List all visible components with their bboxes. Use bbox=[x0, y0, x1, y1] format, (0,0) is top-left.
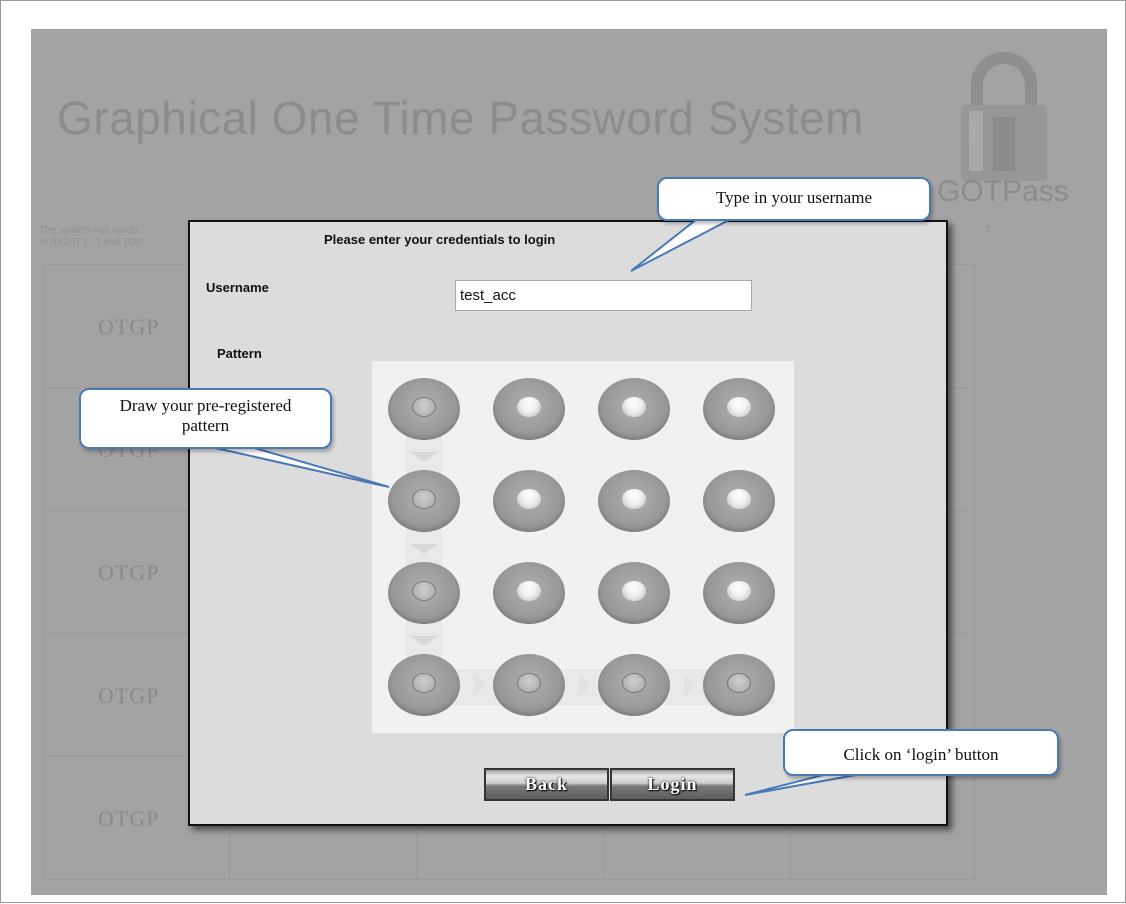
pattern-dot[interactable] bbox=[493, 470, 565, 532]
modal-heading: Please enter your credentials to login bbox=[324, 232, 556, 247]
otgp-label: OTGP bbox=[98, 314, 160, 339]
pattern-dot-center bbox=[622, 397, 646, 417]
username-input[interactable] bbox=[455, 280, 752, 311]
pattern-dot-center bbox=[727, 673, 751, 693]
callout-draw-pattern: Draw your pre-registered pattern bbox=[79, 388, 332, 449]
pattern-dot[interactable] bbox=[388, 562, 460, 624]
callout-draw-line: Draw your pre-registered bbox=[119, 396, 292, 415]
otgp-label: OTGP bbox=[98, 683, 160, 708]
pattern-dot-center bbox=[622, 489, 646, 509]
pattern-arrow-down bbox=[410, 544, 438, 554]
screenshot-frame: Graphical One Time Password System VATE … bbox=[0, 0, 1126, 903]
pattern-dot[interactable] bbox=[703, 470, 775, 532]
pattern-dot-center bbox=[412, 673, 436, 693]
otgp-label: OTGP bbox=[98, 560, 160, 585]
otgp-label: OTGP bbox=[98, 806, 160, 831]
padlock-logo-icon: VATE bbox=[961, 52, 1047, 181]
pattern-dot[interactable] bbox=[598, 654, 670, 716]
login-button[interactable]: Login bbox=[610, 768, 735, 801]
app-title: Graphical One Time Password System bbox=[57, 92, 864, 144]
pattern-dot-center bbox=[727, 489, 751, 509]
pattern-dot-center bbox=[412, 397, 436, 417]
brand-name: GOTPass bbox=[937, 175, 1069, 208]
pattern-dot-center bbox=[727, 581, 751, 601]
pattern-dot[interactable] bbox=[703, 654, 775, 716]
pattern-dot[interactable] bbox=[493, 654, 565, 716]
pattern-dot[interactable] bbox=[388, 654, 460, 716]
pattern-arrow-right bbox=[684, 673, 696, 697]
pattern-dot-center bbox=[622, 581, 646, 601]
pattern-grid[interactable] bbox=[372, 361, 794, 733]
pattern-dot[interactable] bbox=[493, 562, 565, 624]
pattern-dot[interactable] bbox=[703, 562, 775, 624]
pattern-dot-center bbox=[412, 489, 436, 509]
callout-username: Type in your username bbox=[657, 177, 931, 221]
pattern-dot[interactable] bbox=[388, 378, 460, 440]
callout-login: Click on ‘login’ button bbox=[783, 729, 1059, 776]
pattern-arrow-right bbox=[474, 673, 486, 697]
pattern-dot[interactable] bbox=[598, 378, 670, 440]
pattern-dot-center bbox=[517, 673, 541, 693]
background-fragment: T bbox=[985, 225, 992, 236]
pattern-dot-center bbox=[517, 581, 541, 601]
pattern-dot-center bbox=[622, 673, 646, 693]
pattern-dot[interactable] bbox=[388, 470, 460, 532]
pattern-label: Pattern bbox=[217, 346, 262, 361]
pattern-dot[interactable] bbox=[598, 562, 670, 624]
lock-label: VATE bbox=[968, 120, 978, 142]
pattern-dot[interactable] bbox=[493, 378, 565, 440]
pattern-dot-center bbox=[517, 489, 541, 509]
callout-draw-line: pattern bbox=[181, 416, 230, 435]
pattern-dot-center bbox=[727, 397, 751, 417]
pattern-dot-center bbox=[412, 581, 436, 601]
back-button[interactable]: Back bbox=[484, 768, 609, 801]
pattern-arrow-down bbox=[410, 636, 438, 646]
pattern-dot[interactable] bbox=[598, 470, 670, 532]
pattern-arrow-right bbox=[579, 673, 591, 697]
pattern-dot-center bbox=[517, 397, 541, 417]
pattern-dot[interactable] bbox=[703, 378, 775, 440]
username-label: Username bbox=[206, 280, 269, 295]
pattern-arrow-down bbox=[410, 452, 438, 462]
